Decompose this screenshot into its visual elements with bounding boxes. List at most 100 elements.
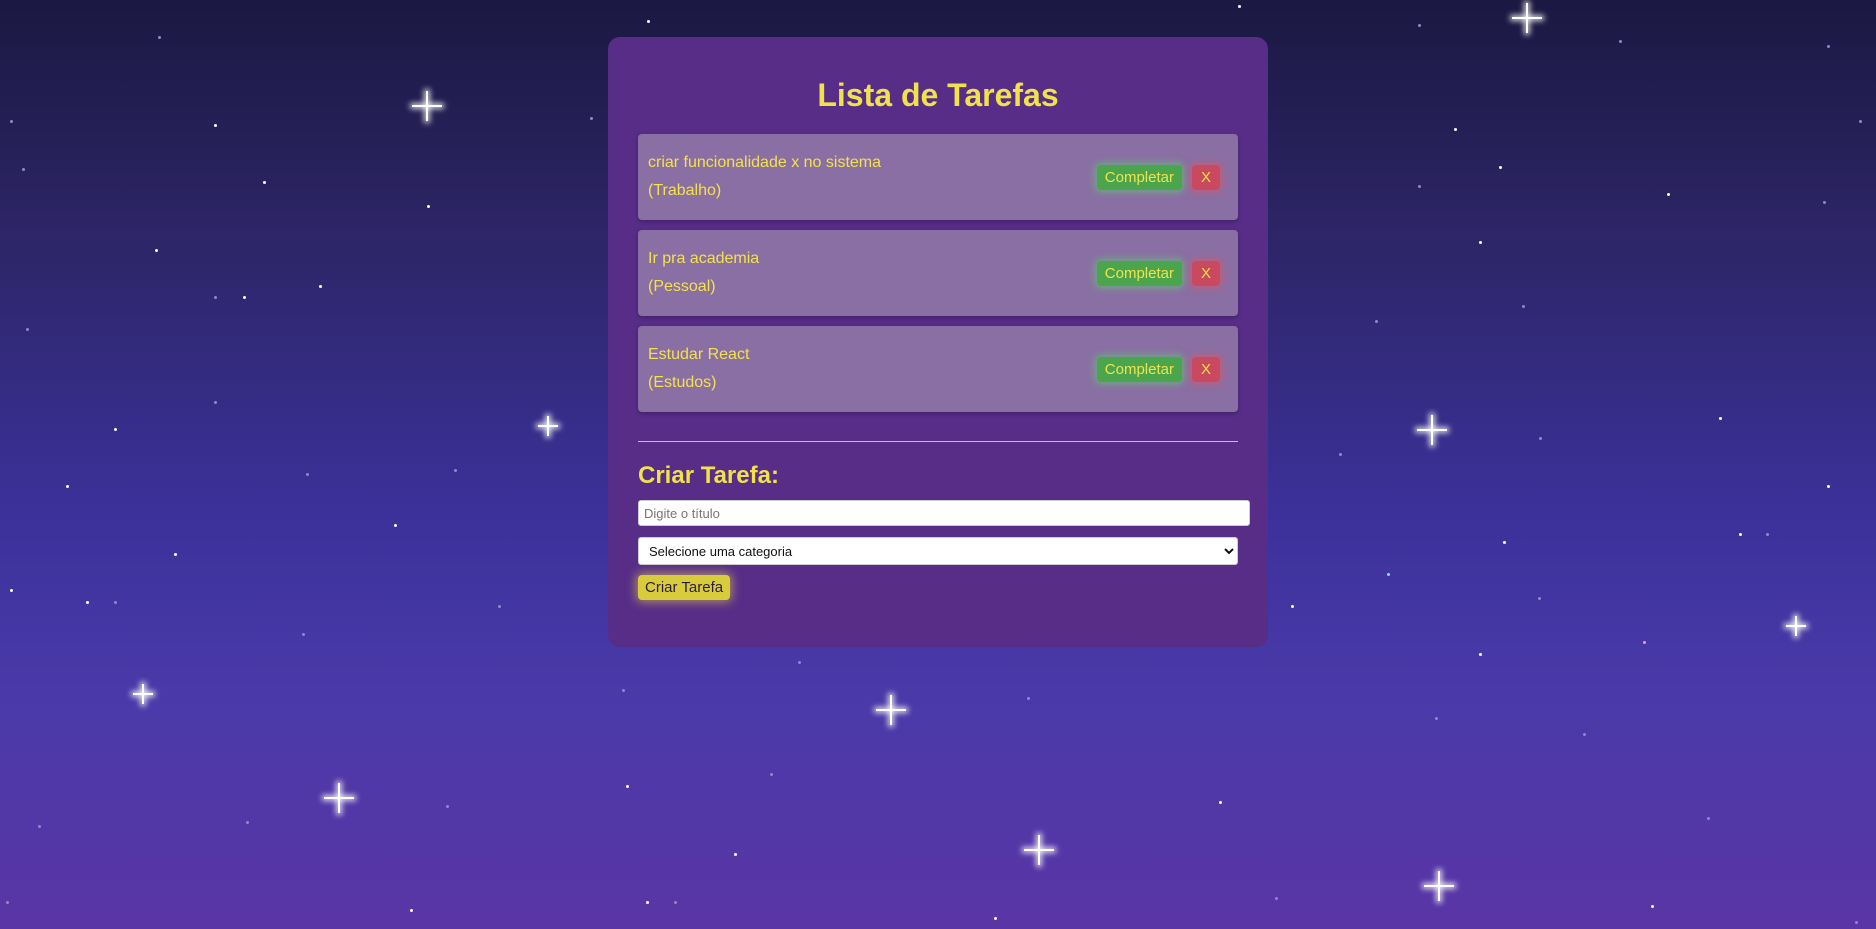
star: [1859, 120, 1862, 123]
create-task-button[interactable]: Criar Tarefa: [638, 575, 731, 600]
star: [1766, 533, 1769, 536]
star: [446, 805, 449, 808]
sparkle-star: [876, 695, 906, 725]
star: [1707, 817, 1710, 820]
sparkle-star: [1024, 835, 1054, 865]
star: [26, 328, 29, 331]
sparkle-star: [412, 91, 442, 121]
task-category: (Pessoal): [648, 278, 716, 295]
star: [10, 120, 13, 123]
star: [498, 605, 501, 608]
star: [1651, 905, 1654, 908]
star: [770, 773, 773, 776]
task-actions: Completar X: [1096, 164, 1220, 190]
star: [302, 633, 305, 636]
star: [319, 285, 322, 288]
delete-button[interactable]: X: [1191, 356, 1220, 382]
task-actions: Completar X: [1096, 260, 1220, 286]
section-divider: [638, 441, 1238, 442]
star: [1739, 533, 1742, 536]
star: [1719, 417, 1722, 420]
star: [214, 401, 217, 404]
star: [626, 785, 629, 788]
star: [158, 36, 161, 39]
star: [1435, 717, 1438, 720]
complete-button[interactable]: Completar: [1096, 260, 1182, 286]
todo-card: Lista de Tarefas criar funcionalidade x …: [608, 37, 1268, 647]
star: [590, 117, 593, 120]
star: [646, 901, 649, 904]
star: [622, 689, 625, 692]
star: [1275, 897, 1278, 900]
star: [1479, 653, 1482, 656]
task-text: Estudar React (Estudos): [648, 341, 749, 397]
star: [1827, 45, 1830, 48]
star: [1583, 733, 1586, 736]
sparkle-star: [1417, 415, 1447, 445]
star: [1522, 305, 1525, 308]
star: [674, 901, 677, 904]
star: [6, 901, 9, 904]
complete-button[interactable]: Completar: [1096, 356, 1182, 382]
star: [1827, 485, 1830, 488]
star: [1418, 185, 1421, 188]
star: [394, 524, 397, 527]
delete-button[interactable]: X: [1191, 260, 1220, 286]
star: [86, 601, 89, 604]
star: [1619, 40, 1622, 43]
star: [10, 589, 13, 592]
star: [1667, 193, 1670, 196]
complete-button[interactable]: Completar: [1096, 164, 1182, 190]
sparkle-star: [1786, 616, 1806, 636]
star: [1418, 24, 1421, 27]
star: [1238, 5, 1241, 8]
task-category: (Estudos): [648, 374, 717, 391]
star: [1291, 605, 1294, 608]
delete-button[interactable]: X: [1191, 164, 1220, 190]
star: [1643, 641, 1646, 644]
star: [1027, 697, 1030, 700]
star: [647, 20, 650, 23]
star: [1339, 453, 1342, 456]
page-title: Lista de Tarefas: [817, 77, 1059, 113]
sparkle-star: [133, 684, 153, 704]
star: [174, 553, 177, 556]
star: [1499, 166, 1502, 169]
star: [1503, 541, 1506, 544]
sparkle-star: [1512, 3, 1542, 33]
task-title: Ir pra academia: [648, 250, 760, 267]
star: [1538, 597, 1541, 600]
star: [243, 296, 246, 299]
star: [114, 428, 117, 431]
task-actions: Completar X: [1096, 356, 1220, 382]
sparkle-star: [1424, 871, 1454, 901]
star: [1387, 573, 1390, 576]
task-list: criar funcionalidade x no sistema (Traba…: [638, 134, 1238, 412]
task-item: Ir pra academia (Pessoal) Completar X: [638, 230, 1238, 316]
task-text: criar funcionalidade x no sistema (Traba…: [648, 149, 881, 205]
star: [1375, 320, 1378, 323]
task-title: criar funcionalidade x no sistema: [648, 154, 882, 171]
star: [214, 296, 217, 299]
task-title-input[interactable]: [638, 500, 1250, 526]
star: [1855, 921, 1858, 924]
star: [306, 473, 309, 476]
category-select[interactable]: Selecione uma categoria: [638, 537, 1238, 565]
star: [246, 821, 249, 824]
task-category: (Trabalho): [648, 182, 722, 199]
star: [798, 661, 801, 664]
star: [66, 485, 69, 488]
star: [22, 168, 25, 171]
star: [38, 825, 41, 828]
form-heading: Criar Tarefa:: [638, 462, 779, 489]
star: [427, 205, 430, 208]
star: [454, 469, 457, 472]
star: [263, 181, 266, 184]
task-title: Estudar React: [648, 346, 750, 363]
sparkle-star: [324, 783, 354, 813]
task-item: criar funcionalidade x no sistema (Traba…: [638, 134, 1238, 220]
create-task-form: Criar Tarefa: Selecione uma categoria Cr…: [638, 462, 1250, 600]
star: [1823, 201, 1826, 204]
star: [114, 601, 117, 604]
star: [1454, 128, 1457, 131]
